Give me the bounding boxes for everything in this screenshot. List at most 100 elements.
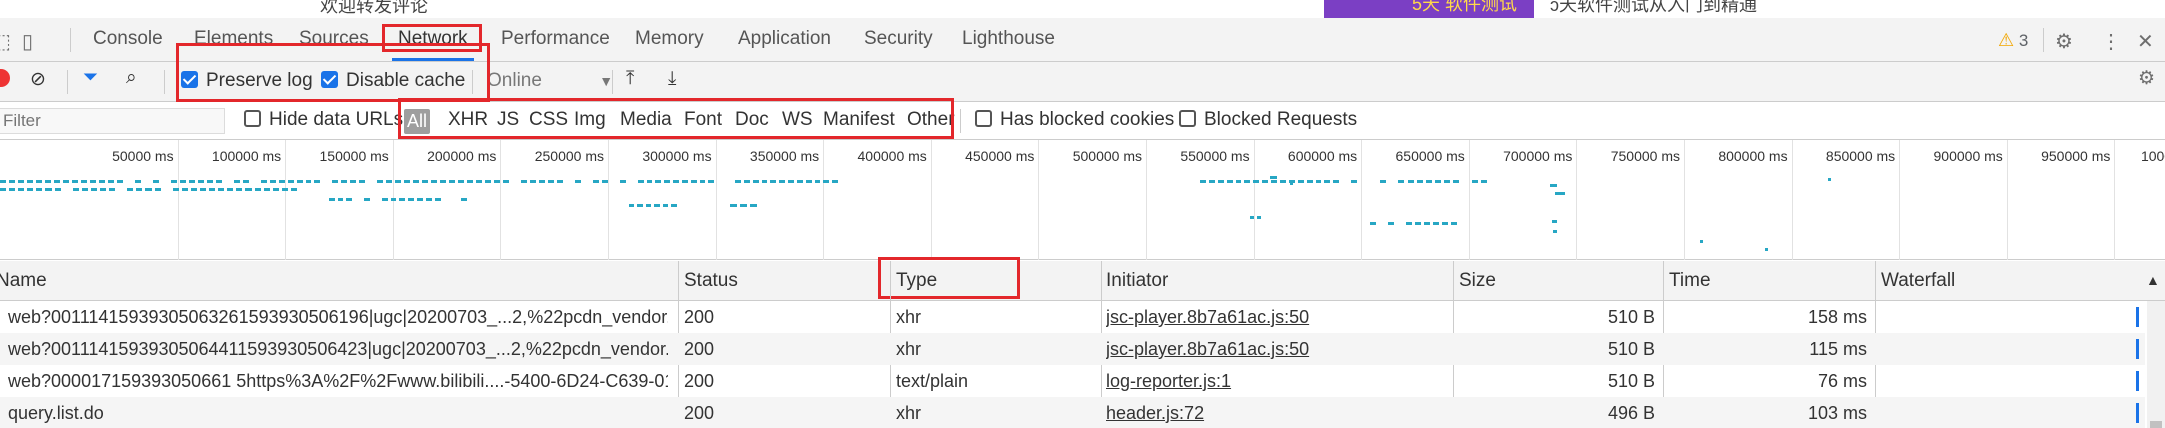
cell-initiator[interactable]: jsc-player.8b7a61ac.js:50 bbox=[1106, 307, 1446, 328]
type-filter-js[interactable]: JS bbox=[497, 109, 519, 131]
disable-cache-label: Disable cache bbox=[346, 70, 465, 91]
inspect-element-icon[interactable]: ⬚ bbox=[0, 29, 11, 54]
table-row[interactable]: web?00111415939305064411593930506423|ugc… bbox=[0, 333, 2145, 365]
column-header-waterfall[interactable]: Waterfall bbox=[1881, 270, 1955, 292]
tab-console[interactable]: Console bbox=[93, 28, 163, 50]
type-filter-manifest[interactable]: Manifest bbox=[823, 109, 895, 131]
tab-memory[interactable]: Memory bbox=[635, 28, 704, 50]
timeline-gridline bbox=[285, 140, 286, 260]
preserve-log-checkbox[interactable]: Preserve log bbox=[181, 70, 313, 92]
hide-data-urls-checkbox[interactable]: Hide data URLs bbox=[244, 109, 403, 131]
timeline-activity-bar bbox=[36, 188, 42, 191]
filter-input[interactable] bbox=[0, 108, 225, 134]
cell-initiator[interactable]: header.js:72 bbox=[1106, 403, 1446, 424]
type-filter-img[interactable]: Img bbox=[574, 109, 606, 131]
timeline-activity-bar bbox=[332, 180, 338, 183]
type-filter-xhr[interactable]: XHR bbox=[448, 109, 488, 131]
table-row[interactable]: query.list.do 200 xhr header.js:72 496 B 103 … bbox=[0, 397, 2145, 428]
type-filter-ws[interactable]: WS bbox=[782, 109, 813, 131]
timeline-activity-bar bbox=[1398, 180, 1404, 183]
column-header-status[interactable]: Status bbox=[684, 270, 738, 292]
column-header-size[interactable]: Size bbox=[1459, 270, 1496, 292]
timeline-tick-label: 850000 ms bbox=[1799, 148, 1895, 164]
blocked-requests-checkbox[interactable]: Blocked Requests bbox=[1179, 109, 1357, 131]
timeline-activity-bar bbox=[1333, 180, 1339, 183]
timeline-activity-bar bbox=[1451, 222, 1457, 225]
timeline-tick-label: 100000 ms bbox=[185, 148, 281, 164]
type-filter-doc[interactable]: Doc bbox=[735, 109, 769, 131]
settings-gear-icon[interactable]: ⚙ bbox=[2055, 29, 2073, 54]
timeline-activity-bar bbox=[99, 180, 105, 183]
network-settings-gear-icon[interactable]: ⚙ bbox=[2138, 67, 2155, 90]
timeline-activity-bar bbox=[1408, 180, 1414, 183]
cell-size: 510 B bbox=[1459, 371, 1655, 392]
throttling-select[interactable]: Online ▼ bbox=[487, 70, 613, 92]
timeline-gridline bbox=[1361, 140, 1362, 260]
timeline-activity-bar bbox=[200, 188, 206, 191]
table-row[interactable]: web?00111415939305063261593930506196|ugc… bbox=[0, 301, 2145, 333]
record-icon[interactable] bbox=[0, 69, 10, 87]
timeline-activity-bar bbox=[306, 180, 312, 183]
timeline-activity-bar bbox=[557, 180, 563, 183]
tab-lighthouse[interactable]: Lighthouse bbox=[962, 28, 1055, 50]
timeline-activity-bar bbox=[209, 188, 215, 191]
tab-security[interactable]: Security bbox=[864, 28, 933, 50]
clear-icon[interactable]: ⊘ bbox=[30, 68, 46, 91]
tab-application[interactable]: Application bbox=[738, 28, 831, 50]
timeline-activity-bar bbox=[27, 180, 33, 183]
more-options-icon[interactable]: ⋮ bbox=[2101, 29, 2121, 54]
timeline-activity-bar bbox=[654, 204, 660, 207]
timeline-activity-bar bbox=[145, 188, 151, 191]
timeline-activity-bar bbox=[171, 180, 177, 183]
sort-ascending-icon[interactable]: ▲ bbox=[2146, 272, 2160, 288]
column-header-initiator[interactable]: Initiator bbox=[1106, 270, 1168, 292]
scrollbar-thumb[interactable] bbox=[2150, 421, 2162, 428]
ad-banner[interactable]: 5天 软件测试 bbox=[1324, 0, 1534, 18]
filter-icon[interactable]: ⏷ bbox=[83, 67, 98, 89]
tab-network[interactable]: Network bbox=[398, 28, 468, 50]
type-filter-css[interactable]: CSS bbox=[529, 109, 568, 131]
timeline-activity-bar bbox=[18, 180, 24, 183]
type-filter-media[interactable]: Media bbox=[620, 109, 672, 131]
timeline-activity-bar bbox=[329, 198, 335, 201]
export-har-icon[interactable]: ⤓ bbox=[668, 68, 676, 90]
column-header-type[interactable]: Type bbox=[896, 270, 937, 292]
timeline-activity-bar bbox=[359, 180, 365, 183]
timeline-activity-bar bbox=[435, 198, 441, 201]
tab-sources[interactable]: Sources bbox=[299, 28, 369, 50]
column-header-time[interactable]: Time bbox=[1669, 270, 1711, 292]
network-overview-timeline[interactable]: 50000 ms 100000 ms 150000 ms 200000 ms 25000… bbox=[0, 140, 2165, 260]
table-row[interactable]: web?000017159393050661 5https%3A%2F%2Fww… bbox=[0, 365, 2145, 397]
timeline-activity-bar bbox=[521, 180, 527, 183]
timeline-activity-bar bbox=[426, 198, 432, 201]
cell-initiator[interactable]: log-reporter.js:1 bbox=[1106, 371, 1446, 392]
timeline-activity-bar bbox=[449, 180, 455, 183]
disable-cache-checkbox[interactable]: Disable cache bbox=[321, 70, 465, 92]
close-devtools-icon[interactable]: ✕ bbox=[2137, 29, 2154, 54]
type-filter-all[interactable]: All bbox=[404, 109, 430, 134]
cell-status: 200 bbox=[684, 339, 884, 360]
has-blocked-cookies-checkbox[interactable]: Has blocked cookies bbox=[975, 109, 1174, 131]
timeline-activity-bar bbox=[136, 188, 142, 191]
divider bbox=[70, 28, 71, 52]
column-header-name[interactable]: Name bbox=[0, 270, 47, 292]
timeline-activity-bar bbox=[832, 180, 838, 183]
timeline-activity-bar bbox=[395, 180, 401, 183]
tab-elements[interactable]: Elements bbox=[194, 28, 273, 50]
table-scrollbar[interactable] bbox=[2147, 301, 2165, 428]
type-filter-other[interactable]: Other bbox=[907, 109, 955, 131]
timeline-activity-bar bbox=[109, 188, 115, 191]
timeline-activity-bar bbox=[823, 180, 829, 183]
waterfall-bar bbox=[2136, 371, 2139, 391]
timeline-activity-bar bbox=[539, 180, 545, 183]
search-icon[interactable]: ⌕ bbox=[126, 67, 137, 89]
import-har-icon[interactable]: ⤒ bbox=[626, 68, 634, 90]
timeline-activity-bar bbox=[182, 188, 188, 191]
type-filter-font[interactable]: Font bbox=[684, 109, 722, 131]
warnings-counter[interactable]: ⚠ 3 bbox=[1998, 30, 2028, 51]
cell-initiator[interactable]: jsc-player.8b7a61ac.js:50 bbox=[1106, 339, 1446, 360]
device-toolbar-icon[interactable]: ▯ bbox=[22, 29, 33, 54]
tab-performance[interactable]: Performance bbox=[501, 28, 610, 50]
cell-type: text/plain bbox=[896, 371, 1096, 392]
active-tab-indicator bbox=[392, 58, 474, 61]
